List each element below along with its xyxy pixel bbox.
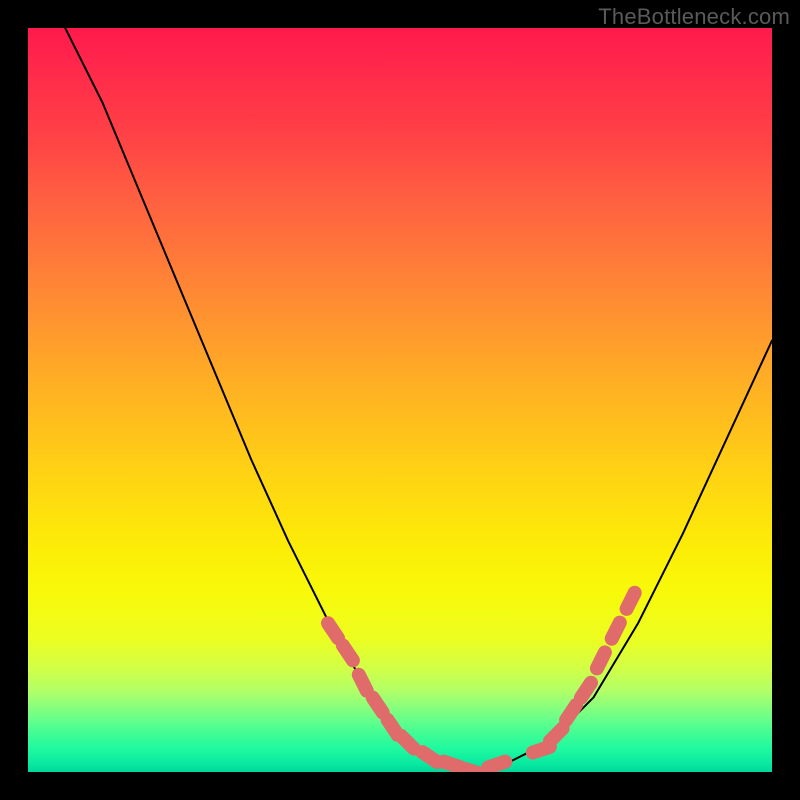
highlight-dot [488, 762, 505, 768]
highlight-dot [373, 698, 383, 713]
curve-layer [28, 28, 772, 772]
chart-frame: TheBottleneck.com [0, 0, 800, 800]
highlight-dot [612, 623, 620, 639]
highlight-dot [566, 705, 576, 720]
highlight-dot [401, 736, 414, 749]
highlight-dot [343, 646, 353, 661]
highlight-dot [328, 623, 338, 638]
highlight-dots [328, 593, 635, 772]
highlight-dot [597, 652, 605, 668]
highlight-dot [422, 752, 437, 762]
highlight-dot [581, 683, 591, 698]
highlight-dot [466, 769, 483, 772]
highlight-dot [627, 593, 635, 609]
highlight-dot [550, 728, 563, 741]
bottleneck-curve [65, 28, 772, 772]
highlight-dot [444, 762, 461, 768]
plot-area [28, 28, 772, 772]
watermark-text: TheBottleneck.com [598, 4, 790, 30]
highlight-dot [359, 675, 367, 691]
